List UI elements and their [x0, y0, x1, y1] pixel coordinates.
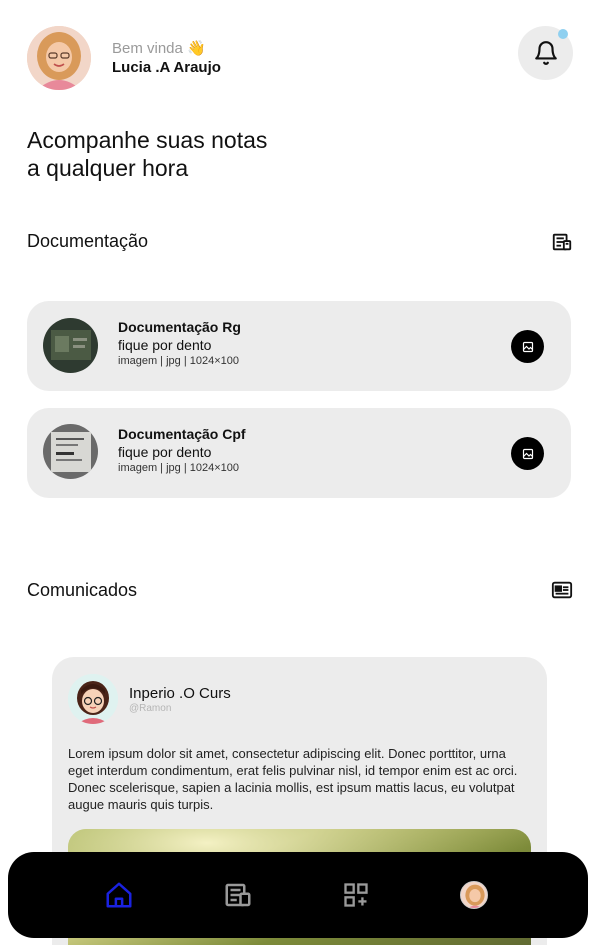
newspaper-icon[interactable] — [551, 579, 573, 601]
document-meta: imagem | jpg | 1024×100 — [118, 462, 239, 474]
post-author-avatar[interactable] — [68, 674, 118, 724]
document-list-icon — [225, 883, 251, 907]
user-name: Lucia .A Araujo — [112, 59, 221, 76]
document-thumbnail-rg — [43, 318, 98, 373]
notifications-button[interactable] — [518, 26, 573, 80]
profile-avatar — [460, 881, 488, 909]
document-title: Documentação Cpf — [118, 426, 246, 442]
image-icon — [522, 341, 533, 352]
apps-add-icon — [344, 883, 368, 907]
nav-documents[interactable] — [220, 877, 256, 913]
hero-line-2: a qualquer hora — [27, 155, 189, 181]
nav-profile[interactable] — [456, 877, 492, 913]
document-thumbnail-cpf — [43, 424, 98, 479]
view-image-button[interactable] — [511, 330, 544, 363]
document-subtitle: fique por dento — [118, 337, 212, 353]
documents-section-title: Documentação — [27, 231, 149, 251]
image-icon — [522, 448, 533, 459]
document-subtitle: fique por dento — [118, 444, 212, 460]
user-avatar[interactable] — [27, 26, 91, 90]
hero-heading: Acompanhe suas notas a qualquer hora — [27, 126, 267, 182]
nav-apps[interactable] — [338, 877, 374, 913]
home-icon — [106, 882, 132, 908]
header: Bem vinda 👋 Lucia .A Araujo — [27, 26, 573, 90]
document-card-cpf[interactable]: Documentação Cpf fique por dento imagem … — [27, 408, 571, 498]
hero-line-1: Acompanhe suas notas — [27, 127, 268, 153]
notification-dot — [558, 29, 568, 39]
bell-icon — [534, 41, 557, 65]
document-title: Documentação Rg — [118, 319, 241, 335]
view-image-button[interactable] — [511, 437, 544, 470]
greeting-text: Bem vinda 👋 — [112, 40, 206, 57]
announcements-section-title: Comunicados — [27, 580, 138, 600]
document-card-rg[interactable]: Documentação Rg fique por dento imagem |… — [27, 301, 571, 391]
post-author-handle: @Ramon — [129, 703, 172, 714]
document-meta: imagem | jpg | 1024×100 — [118, 355, 239, 367]
post-body-text: Lorem ipsum dolor sit amet, consectetur … — [68, 746, 518, 812]
bottom-navbar — [8, 852, 588, 938]
document-list-icon[interactable] — [551, 231, 573, 253]
post-author-name: Inperio .O Curs — [129, 685, 231, 702]
nav-home[interactable] — [101, 877, 137, 913]
